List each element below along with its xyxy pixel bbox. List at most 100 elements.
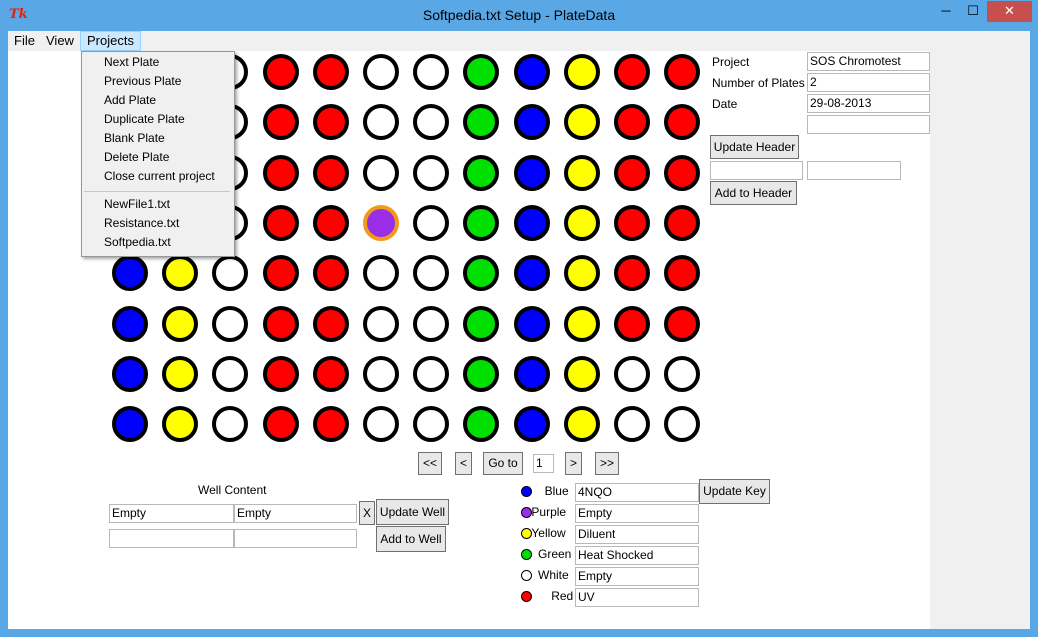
well-H1[interactable] [112, 406, 148, 443]
well-F11[interactable] [614, 305, 650, 342]
well-D6[interactable] [363, 204, 399, 241]
menu-previous-plate[interactable]: Previous Plate [104, 72, 181, 91]
well-F3[interactable] [212, 305, 249, 342]
well-B8[interactable] [463, 104, 500, 141]
well-G8[interactable] [463, 355, 500, 392]
well-G10[interactable] [563, 355, 600, 392]
well-F1[interactable] [112, 305, 148, 342]
well-C4[interactable] [262, 154, 299, 191]
well-E6[interactable] [363, 255, 399, 292]
well-C8[interactable] [463, 154, 500, 191]
well-D9[interactable] [513, 204, 550, 241]
well-D8[interactable] [463, 204, 500, 241]
header-extra-field[interactable] [807, 115, 930, 134]
well-B5[interactable] [312, 104, 349, 141]
well-F4[interactable] [262, 305, 299, 342]
well-G2[interactable] [162, 355, 199, 392]
well-E12[interactable] [664, 255, 701, 292]
well-C9[interactable] [513, 154, 550, 191]
close-button[interactable]: ✕ [987, 1, 1032, 22]
well-B12[interactable] [664, 104, 701, 141]
menu-view[interactable]: View [40, 32, 80, 50]
well-E7[interactable] [413, 255, 450, 292]
well-A11[interactable] [614, 54, 650, 90]
well-B9[interactable] [513, 104, 550, 141]
well-H7[interactable] [413, 406, 450, 443]
well-D4[interactable] [262, 204, 299, 241]
key-purple-field[interactable]: Empty [575, 504, 699, 523]
menu-recent-softpedia[interactable]: Softpedia.txt [104, 233, 171, 252]
well-G12[interactable] [664, 355, 701, 392]
menu-projects[interactable]: Projects [80, 31, 141, 51]
menu-duplicate-plate[interactable]: Duplicate Plate [104, 110, 185, 129]
update-header-button[interactable]: Update Header [710, 135, 799, 159]
well-B6[interactable] [363, 104, 399, 141]
well-key-field[interactable]: Empty [109, 504, 234, 523]
well-new-value-field[interactable] [234, 529, 357, 548]
well-H3[interactable] [212, 406, 249, 443]
menu-delete-plate[interactable]: Delete Plate [104, 148, 169, 167]
well-H12[interactable] [664, 406, 701, 443]
well-F6[interactable] [363, 305, 399, 342]
previous-plate-button[interactable]: < [455, 452, 472, 475]
well-A5[interactable] [312, 54, 349, 90]
well-E11[interactable] [614, 255, 650, 292]
well-G9[interactable] [513, 355, 550, 392]
well-A4[interactable] [262, 54, 299, 90]
well-F9[interactable] [513, 305, 550, 342]
well-A8[interactable] [463, 54, 500, 90]
well-D11[interactable] [614, 204, 650, 241]
well-A12[interactable] [664, 54, 701, 90]
go-to-button[interactable]: Go to [483, 452, 523, 475]
well-G6[interactable] [363, 355, 399, 392]
well-A7[interactable] [413, 54, 450, 90]
add-to-well-button[interactable]: Add to Well [376, 526, 446, 552]
key-green-field[interactable]: Heat Shocked [575, 546, 699, 565]
well-G3[interactable] [212, 355, 249, 392]
well-B7[interactable] [413, 104, 450, 141]
well-C6[interactable] [363, 154, 399, 191]
header-new-value-field[interactable] [807, 161, 901, 180]
well-E4[interactable] [262, 255, 299, 292]
well-E10[interactable] [563, 255, 600, 292]
well-F7[interactable] [413, 305, 450, 342]
well-G7[interactable] [413, 355, 450, 392]
well-E3[interactable] [212, 255, 249, 292]
well-E8[interactable] [463, 255, 500, 292]
well-C12[interactable] [664, 154, 701, 191]
well-new-key-field[interactable] [109, 529, 234, 548]
key-red-field[interactable]: UV [575, 588, 699, 607]
well-E5[interactable] [312, 255, 349, 292]
well-D12[interactable] [664, 204, 701, 241]
well-D7[interactable] [413, 204, 450, 241]
minimize-button[interactable]: ─ [935, 1, 957, 22]
well-H6[interactable] [363, 406, 399, 443]
well-C11[interactable] [614, 154, 650, 191]
first-plate-button[interactable]: << [418, 452, 442, 475]
well-C7[interactable] [413, 154, 450, 191]
well-H2[interactable] [162, 406, 199, 443]
well-D10[interactable] [563, 204, 600, 241]
project-field[interactable]: SOS Chromotest [807, 52, 930, 71]
well-F5[interactable] [312, 305, 349, 342]
key-white-field[interactable]: Empty [575, 567, 699, 586]
well-H4[interactable] [262, 406, 299, 443]
well-A10[interactable] [563, 54, 600, 90]
well-H5[interactable] [312, 406, 349, 443]
well-C5[interactable] [312, 154, 349, 191]
key-yellow-field[interactable]: Diluent [575, 525, 699, 544]
well-B10[interactable] [563, 104, 600, 141]
well-H8[interactable] [463, 406, 500, 443]
well-E1[interactable] [112, 255, 148, 292]
last-plate-button[interactable]: >> [595, 452, 619, 475]
well-A6[interactable] [363, 54, 399, 90]
page-number-field[interactable]: 1 [533, 454, 554, 473]
menu-add-plate[interactable]: Add Plate [104, 91, 156, 110]
well-F12[interactable] [664, 305, 701, 342]
well-C10[interactable] [563, 154, 600, 191]
maximize-button[interactable]: ☐ [962, 1, 984, 22]
well-D5[interactable] [312, 204, 349, 241]
menu-close-current-project[interactable]: Close current project [104, 167, 215, 186]
menu-next-plate[interactable]: Next Plate [104, 53, 159, 72]
well-H11[interactable] [614, 406, 650, 443]
